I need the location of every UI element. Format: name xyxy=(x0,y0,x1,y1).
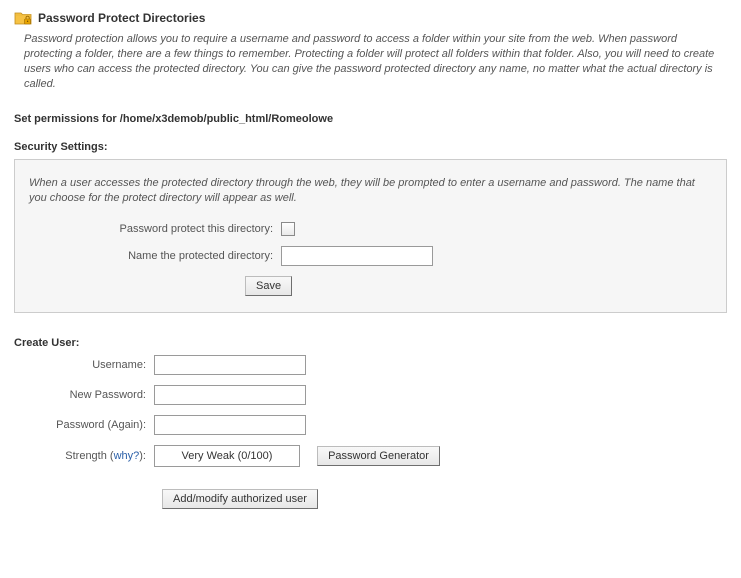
page-title: Password Protect Directories xyxy=(38,11,205,25)
page-title-row: Password Protect Directories xyxy=(14,10,727,26)
password-again-label: Password (Again): xyxy=(14,419,154,431)
directory-name-label: Name the protected directory: xyxy=(29,250,281,262)
add-user-row: Add/modify authorized user xyxy=(14,489,727,509)
save-button[interactable]: Save xyxy=(245,276,292,296)
password-again-input[interactable] xyxy=(154,415,306,435)
protect-checkbox-row: Password protect this directory: xyxy=(29,222,712,236)
directory-name-row: Name the protected directory: xyxy=(29,246,712,266)
strength-meter: Very Weak (0/100) xyxy=(154,445,300,467)
password-generator-button[interactable]: Password Generator xyxy=(317,446,440,466)
directory-name-input[interactable] xyxy=(281,246,433,266)
security-settings-box: When a user accesses the protected direc… xyxy=(14,159,727,313)
username-row: Username: xyxy=(14,355,727,375)
strength-why-link[interactable]: why? xyxy=(114,450,140,462)
security-heading: Security Settings: xyxy=(14,141,727,153)
strength-label-suffix: ): xyxy=(139,450,146,462)
strength-label: Strength (why?): xyxy=(14,450,154,462)
create-user-heading: Create User: xyxy=(14,337,727,349)
new-password-label: New Password: xyxy=(14,389,154,401)
protect-checkbox[interactable] xyxy=(281,222,295,236)
protect-checkbox-label: Password protect this directory: xyxy=(29,223,281,235)
strength-label-prefix: Strength ( xyxy=(65,450,113,462)
strength-row: Strength (why?): Very Weak (0/100) Passw… xyxy=(14,445,727,467)
permissions-line: Set permissions for /home/x3demob/public… xyxy=(14,113,727,125)
new-password-input[interactable] xyxy=(154,385,306,405)
add-modify-user-button[interactable]: Add/modify authorized user xyxy=(162,489,318,509)
strength-ctrl: Very Weak (0/100) Password Generator xyxy=(154,445,440,467)
permissions-prefix: Set permissions for xyxy=(14,113,120,125)
intro-text: Password protection allows you to requir… xyxy=(24,32,727,91)
username-label: Username: xyxy=(14,359,154,371)
save-row: Save xyxy=(29,276,712,296)
new-password-row: New Password: xyxy=(14,385,727,405)
create-user-form: Username: New Password: Password (Again)… xyxy=(14,355,727,509)
permissions-path: /home/x3demob/public_html/Romeolowe xyxy=(120,113,333,125)
username-input[interactable] xyxy=(154,355,306,375)
password-again-row: Password (Again): xyxy=(14,415,727,435)
security-intro: When a user accesses the protected direc… xyxy=(29,176,712,206)
folder-lock-icon xyxy=(14,10,32,26)
